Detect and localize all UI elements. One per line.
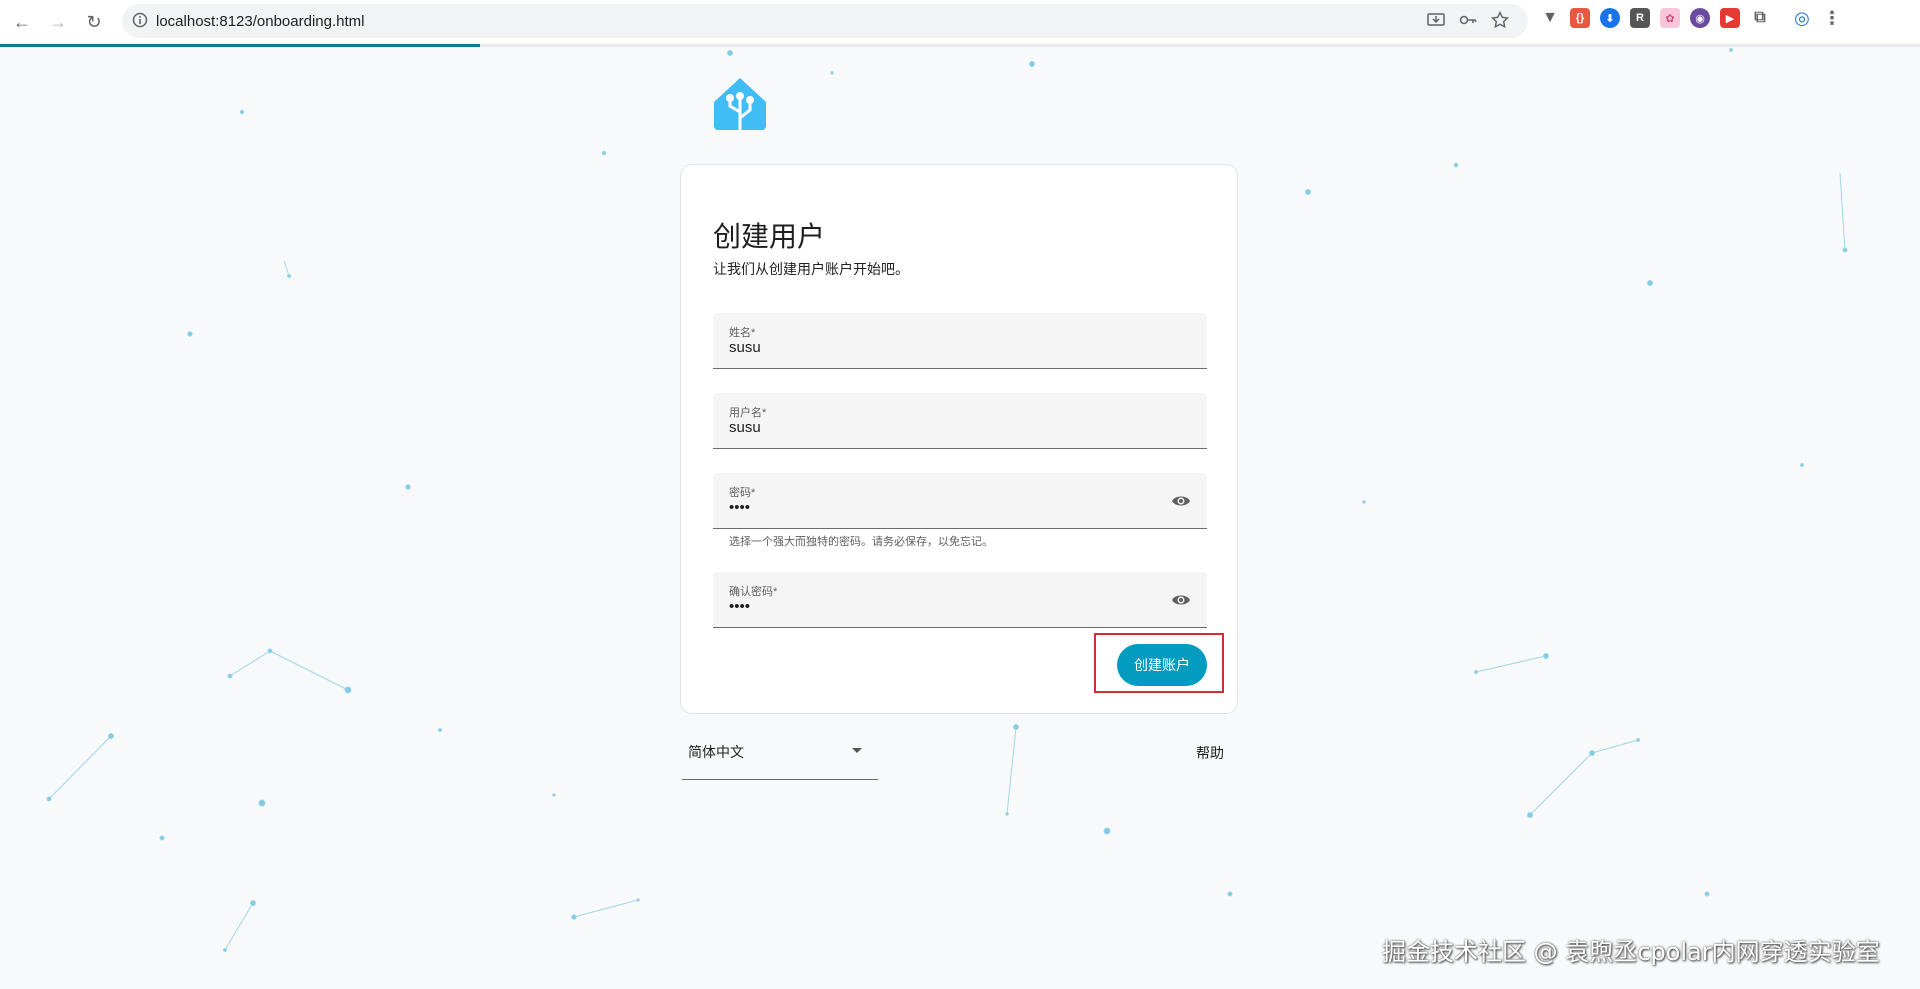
cat-extension-icon[interactable]: ✿ <box>1660 8 1680 28</box>
name-field-label: 姓名* <box>729 327 756 339</box>
back-button[interactable]: ← <box>8 8 36 36</box>
language-select[interactable]: 简体中文 <box>682 724 878 780</box>
confirm-password-field[interactable]: 确认密码* •••• <box>713 572 1207 628</box>
forward-button[interactable]: → <box>44 8 72 36</box>
url-text: localhost:8123/onboarding.html <box>156 13 365 30</box>
extensions-puzzle-icon[interactable]: ⧉ <box>1750 8 1770 28</box>
username-field[interactable]: 用户名* susu <box>713 393 1207 449</box>
annotation-highlight-box <box>1094 633 1224 693</box>
password-key-icon[interactable] <box>1458 10 1478 35</box>
language-select-value: 简体中文 <box>688 744 744 760</box>
name-field[interactable]: 姓名* susu <box>713 313 1207 369</box>
confirm-password-field-label: 确认密码* <box>729 586 778 598</box>
circle-extension-icon[interactable]: ◉ <box>1690 8 1710 28</box>
help-link[interactable]: 帮助 <box>1196 743 1224 763</box>
page-title: 创建用户 <box>713 221 826 252</box>
watermark-text: 掘金技术社区 @ 袁煦丞cpolar内网穿透实验室 <box>1382 938 1880 966</box>
home-assistant-logo-icon <box>712 76 768 132</box>
page-subtitle: 让我们从创建用户账户开始吧。 <box>713 261 909 277</box>
show-password-eye-icon[interactable] <box>1171 491 1191 511</box>
name-field-value[interactable]: susu <box>729 339 761 356</box>
dropdown-arrow-icon <box>852 748 862 753</box>
site-info-icon[interactable] <box>132 12 148 33</box>
bookmark-star-icon[interactable] <box>1490 10 1510 35</box>
menu-kebab-icon[interactable]: ⋮ <box>1822 8 1842 28</box>
password-hint: 选择一个强大而独特的密码。请务必保存，以免忘记。 <box>729 536 993 548</box>
username-field-value[interactable]: susu <box>729 419 761 436</box>
reload-button[interactable]: ↻ <box>80 8 108 36</box>
show-confirm-password-eye-icon[interactable] <box>1171 590 1191 610</box>
r-extension-icon[interactable]: R <box>1630 8 1650 28</box>
password-field-label: 密码* <box>729 487 756 499</box>
address-bar[interactable]: localhost:8123/onboarding.html <box>122 4 1528 38</box>
onboarding-card: 创建用户 让我们从创建用户账户开始吧。 姓名* susu 用户名* susu 密… <box>680 164 1238 714</box>
confirm-password-field-value[interactable]: •••• <box>729 598 750 615</box>
username-field-label: 用户名* <box>729 407 767 419</box>
profile-avatar-icon[interactable]: ◎ <box>1792 8 1812 28</box>
password-field[interactable]: 密码* •••• <box>713 473 1207 529</box>
download-extension-icon[interactable]: ⬇ <box>1600 8 1620 28</box>
json-extension-icon[interactable]: {} <box>1570 8 1590 28</box>
browser-toolbar: ← → ↻ localhost:8123/onboarding.html ▼ {… <box>0 0 1920 45</box>
video-extension-icon[interactable]: ▶ <box>1720 8 1740 28</box>
install-app-icon[interactable] <box>1426 10 1446 35</box>
vue-devtools-icon[interactable]: ▼ <box>1540 8 1560 28</box>
password-field-value[interactable]: •••• <box>729 499 750 516</box>
